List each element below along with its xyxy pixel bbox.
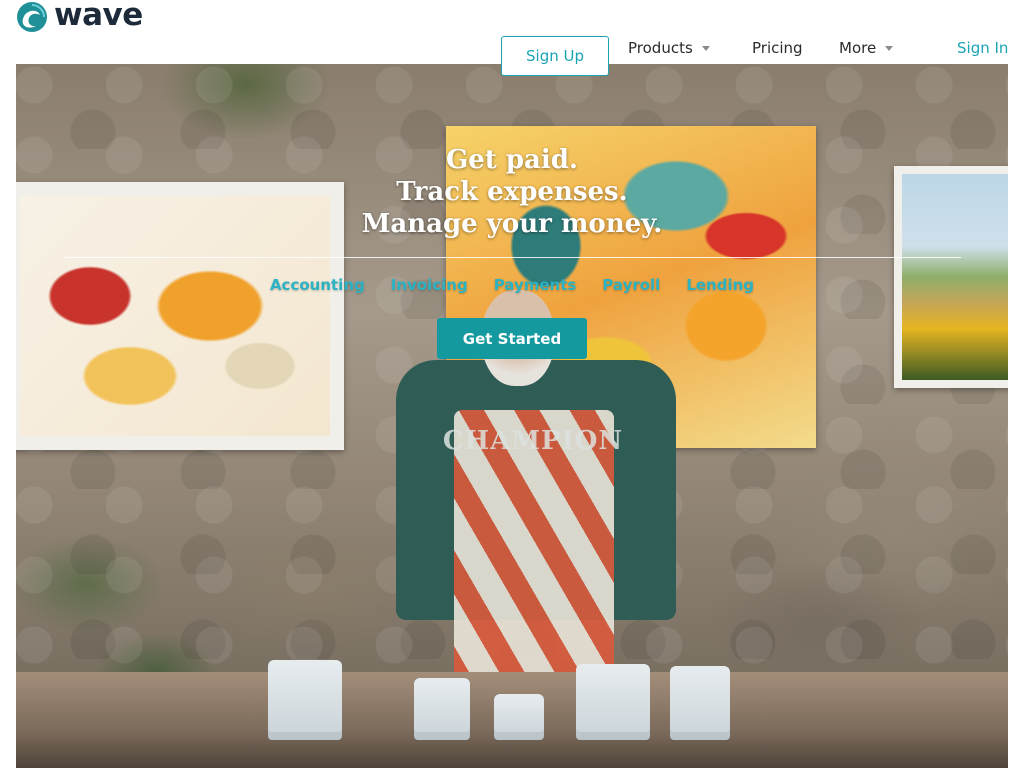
product-link-payroll[interactable]: Payroll — [602, 276, 660, 294]
hero-divider — [65, 257, 961, 258]
jar — [414, 678, 470, 740]
chevron-down-icon — [701, 46, 710, 51]
product-links: Accounting Invoicing Payments Payroll Le… — [16, 276, 1008, 294]
shirt-print: CHAMPION — [442, 426, 624, 456]
nav-products[interactable]: Products — [628, 38, 710, 58]
nav-pricing-label: Pricing — [752, 39, 803, 57]
signup-button[interactable]: Sign Up — [501, 36, 609, 76]
jar — [268, 660, 342, 740]
wave-logo[interactable]: wave — [16, 0, 143, 34]
signin-link[interactable]: Sign In — [957, 38, 1008, 58]
chevron-down-icon — [885, 46, 894, 51]
nav-pricing[interactable]: Pricing — [752, 38, 803, 58]
product-link-invoicing[interactable]: Invoicing — [391, 276, 468, 294]
product-link-payments[interactable]: Payments — [494, 276, 577, 294]
get-started-button[interactable]: Get Started — [437, 318, 587, 359]
headline-line: Get paid. — [446, 145, 578, 175]
nav-products-label: Products — [628, 39, 693, 57]
nav-more-label: More — [839, 39, 877, 57]
logo-wordmark: wave — [54, 0, 143, 33]
headline-line: Manage your money. — [361, 209, 663, 239]
hero-headline: Get paid. Track expenses. Manage your mo… — [16, 144, 1008, 240]
wave-swirl-icon — [17, 2, 47, 32]
jar — [576, 664, 650, 740]
jar — [494, 694, 544, 740]
headline-line: Track expenses. — [396, 177, 628, 207]
jar — [670, 666, 730, 740]
product-link-accounting[interactable]: Accounting — [270, 276, 365, 294]
product-link-lending[interactable]: Lending — [686, 276, 754, 294]
nav-more[interactable]: More — [839, 38, 894, 58]
site-header: wave Sign Up Products Pricing More Sign … — [0, 0, 1024, 76]
